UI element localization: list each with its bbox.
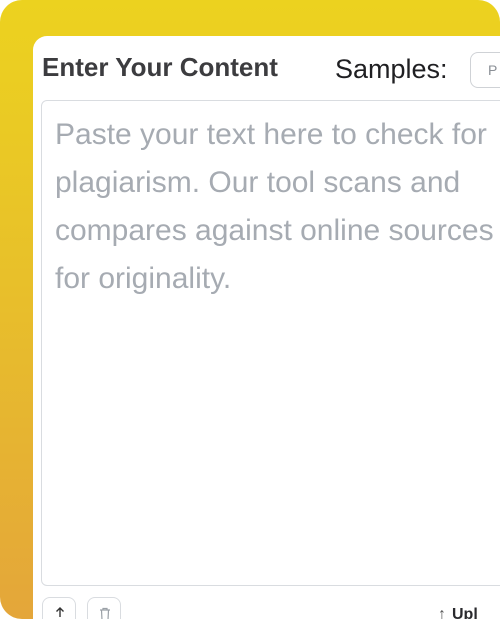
content-header: Enter Your Content Samples: P	[33, 36, 500, 100]
editor-toolbar: ↑ Upl	[33, 592, 500, 619]
upload-link[interactable]: ↑ Upl	[438, 606, 478, 619]
upload-file-button[interactable]	[42, 597, 76, 619]
upload-link-label: Upl	[452, 606, 478, 619]
page-title: Enter Your Content	[42, 52, 278, 82]
content-textarea[interactable]: Paste your text here to check for plagia…	[41, 100, 500, 586]
samples-select[interactable]: P	[470, 52, 500, 88]
upload-icon	[56, 607, 64, 617]
upload-arrow-icon: ↑	[438, 606, 446, 619]
samples-select-value: P	[488, 62, 498, 78]
content-card: Enter Your Content Samples: P Paste your…	[33, 36, 500, 619]
gradient-frame: Enter Your Content Samples: P Paste your…	[0, 0, 500, 619]
samples-label: Samples:	[335, 54, 448, 84]
clear-text-button[interactable]	[87, 597, 121, 619]
trash-icon	[100, 607, 110, 619]
textarea-placeholder: Paste your text here to check for plagia…	[55, 118, 494, 295]
